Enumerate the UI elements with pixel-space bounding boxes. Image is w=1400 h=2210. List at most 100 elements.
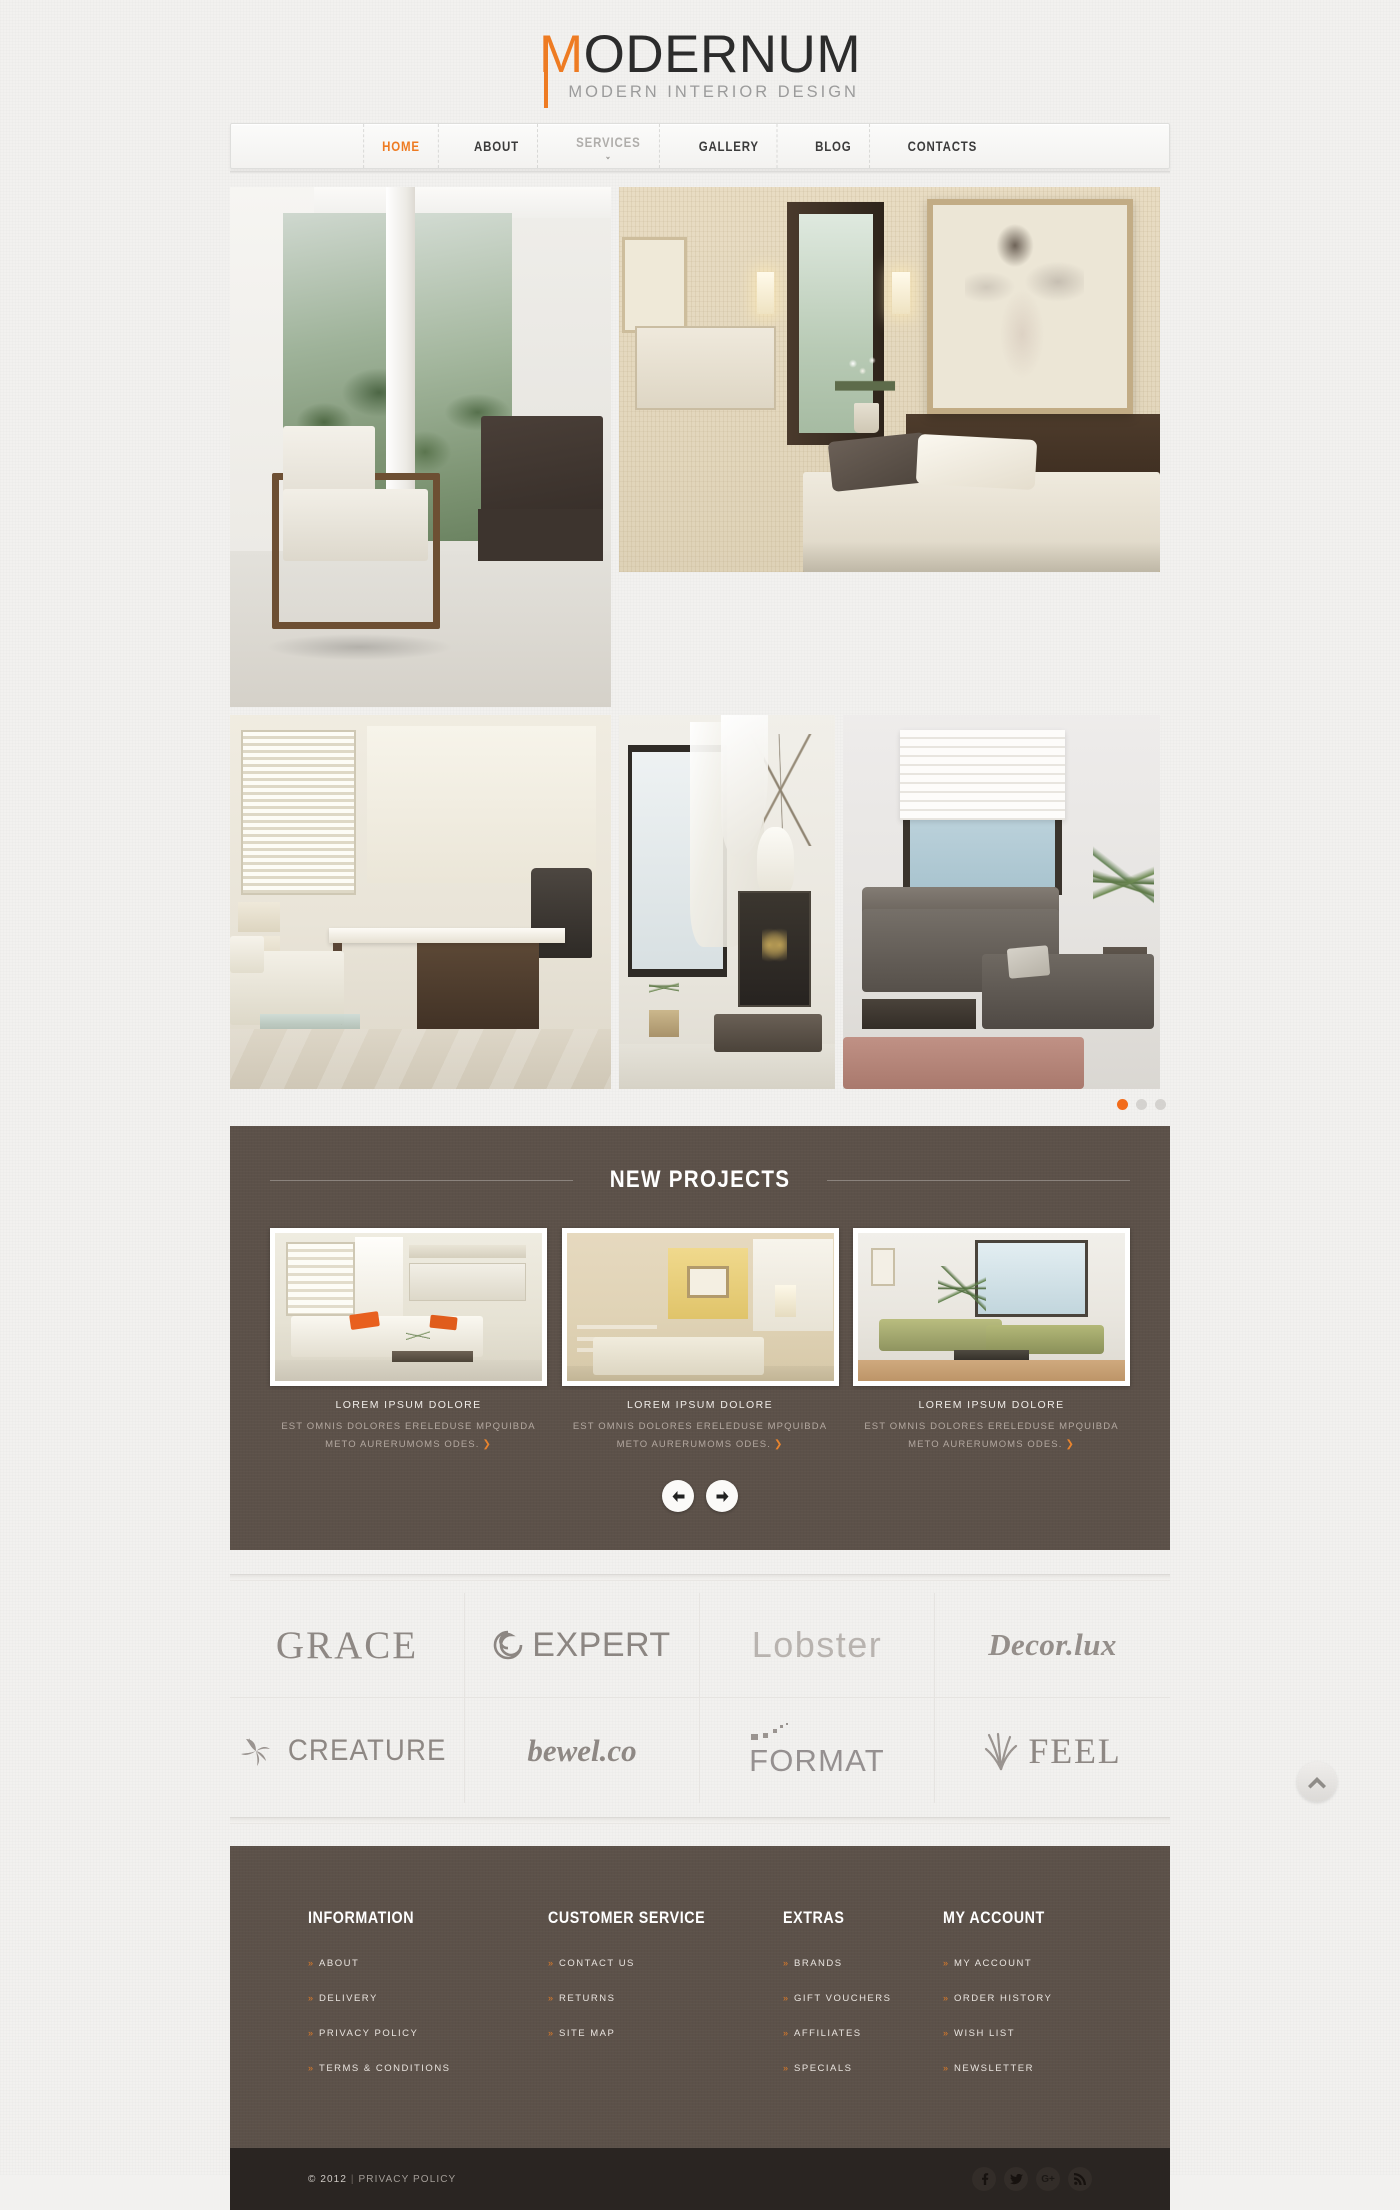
logo-tagline: MODERN INTERIOR DESIGN (568, 83, 859, 101)
gallery-dot-2[interactable] (1136, 1099, 1147, 1110)
gallery-pagination (230, 1099, 1170, 1110)
footer-link-about[interactable]: » ABOUT (308, 1958, 548, 1969)
project-thumbnail[interactable] (853, 1228, 1130, 1386)
footer-column-title: CUSTOMER SERVICE (548, 1908, 706, 1928)
footer-link-wish-list[interactable]: » WISH LIST (943, 2028, 1092, 2039)
google-plus-icon[interactable]: G+ (1036, 2167, 1060, 2192)
project-thumbnail[interactable] (270, 1228, 547, 1386)
chevron-right-icon: » (548, 1958, 553, 1969)
back-to-top-button[interactable] (1297, 1762, 1337, 1802)
twitter-icon[interactable] (1004, 2167, 1028, 2192)
partner-name: bewel.co (527, 1732, 637, 1768)
partner-logo-decorlux[interactable]: Decor.lux (935, 1593, 1170, 1699)
chevron-right-icon: » (783, 2028, 788, 2039)
projects-carousel-controls (270, 1480, 1130, 1513)
nav-item-gallery[interactable]: GALLERY (681, 124, 779, 168)
partner-name: GRACE (275, 1623, 419, 1667)
project-desc-line2: METO AURERUMOMS ODES. (616, 1438, 771, 1450)
chevron-right-icon: » (308, 2063, 313, 2074)
gallery-dot-3[interactable] (1155, 1099, 1166, 1110)
nav-item-services[interactable]: SERVICES ⌄ (558, 124, 660, 168)
partners-divider-top (230, 1574, 1170, 1582)
heading-rule-left (270, 1179, 573, 1181)
nav-item-about[interactable]: ABOUT (456, 124, 538, 168)
chevron-right-icon: » (943, 1993, 948, 2004)
partner-name: Lobster (751, 1624, 883, 1666)
footer-link-returns[interactable]: » RETURNS (548, 1993, 783, 2004)
footer-column-extras: EXTRAS » BRANDS » GIFT VOUCHERS » AFFILI… (783, 1908, 943, 2098)
partner-logo-feel[interactable]: FEEL (935, 1698, 1170, 1803)
carousel-prev-button[interactable] (662, 1480, 694, 1513)
partner-logo-creature[interactable]: CREATURE (230, 1698, 465, 1804)
project-card[interactable]: LOREM IPSUM DOLORE EST OMNIS DOLORES ERE… (853, 1228, 1130, 1454)
carousel-next-button[interactable] (706, 1480, 738, 1513)
footer-link-brands[interactable]: » BRANDS (783, 1958, 943, 1969)
footer-link-my-account[interactable]: » MY ACCOUNT (943, 1958, 1092, 1969)
footer-link-privacy-policy[interactable]: » PRIVACY POLICY (308, 2028, 548, 2039)
footer-link-affiliates[interactable]: » AFFILIATES (783, 2028, 943, 2039)
main-navigation: HOME ABOUT SERVICES ⌄ GALLERY BLOG CONTA… (230, 123, 1170, 169)
site-header: MODERNUM MODERN INTERIOR DESIGN (0, 0, 1400, 108)
footer-link-contact-us[interactable]: » CONTACT US (548, 1958, 783, 1969)
footer-column-title: MY ACCOUNT (943, 1908, 1045, 1928)
footer-link-label: WISH LIST (954, 2028, 1016, 2040)
project-card[interactable]: LOREM IPSUM DOLORE EST OMNIS DOLORES ERE… (270, 1228, 547, 1454)
logo-wordmark: MODERNUM (539, 28, 861, 81)
logo-accent-bar (544, 40, 548, 108)
footer-column-information: INFORMATION » ABOUT » DELIVERY » PRIVACY… (308, 1908, 548, 2098)
footer-link-order-history[interactable]: » ORDER HISTORY (943, 1993, 1092, 2004)
site-logo[interactable]: MODERNUM MODERN INTERIOR DESIGN (539, 28, 861, 108)
gallery-image-office[interactable] (230, 715, 611, 1089)
read-more-arrow-icon[interactable]: ❯ (1065, 1439, 1074, 1450)
gallery-image-bedroom[interactable] (619, 187, 1160, 572)
project-card[interactable]: LOREM IPSUM DOLORE EST OMNIS DOLORES ERE… (561, 1228, 839, 1454)
chevron-right-icon: » (943, 1958, 948, 1969)
gallery-image-window-drapes[interactable] (619, 715, 835, 1089)
partner-name: FORMAT (749, 1742, 885, 1778)
nav-label: CONTACTS (907, 138, 978, 154)
project-thumbnail[interactable] (561, 1228, 839, 1386)
gallery-dot-1[interactable] (1117, 1099, 1128, 1110)
footer-column-title: INFORMATION (308, 1908, 415, 1928)
footer-link-label: TERMS & CONDITIONS (319, 2063, 451, 2075)
read-more-arrow-icon[interactable]: ❯ (774, 1439, 783, 1450)
footer-link-newsletter[interactable]: » NEWSLETTER (943, 2063, 1092, 2074)
chevron-right-icon: » (783, 1958, 788, 1969)
nav-item-contacts[interactable]: CONTACTS (890, 124, 996, 168)
project-title: LOREM IPSUM DOLORE (627, 1399, 773, 1411)
facebook-icon[interactable] (972, 2167, 996, 2192)
copyright-privacy-link[interactable]: PRIVACY POLICY (358, 2174, 456, 2185)
footer-link-specials[interactable]: » SPECIALS (783, 2063, 943, 2074)
project-desc-line2: METO AURERUMOMS ODES. (908, 1438, 1063, 1450)
new-projects-list: LOREM IPSUM DOLORE EST OMNIS DOLORES ERE… (270, 1228, 1130, 1454)
chevron-down-icon: ⌄ (604, 150, 612, 161)
chevron-right-icon: » (308, 1958, 313, 1969)
project-desc-line2: METO AURERUMOMS ODES. (325, 1438, 480, 1450)
gallery-image-living-room[interactable] (230, 187, 611, 707)
copyright-year: © 2012 (308, 2173, 347, 2185)
partner-logo-grace[interactable]: GRACE (230, 1593, 465, 1699)
read-more-arrow-icon[interactable]: ❯ (482, 1439, 491, 1450)
footer-link-gift-vouchers[interactable]: » GIFT VOUCHERS (783, 1993, 943, 2004)
gallery-image-lounge[interactable] (843, 715, 1160, 1089)
partner-logo-lobster[interactable]: Lobster (700, 1593, 935, 1699)
new-projects-section: NEW PROJECTS LOREM IPSUM DOLORE EST OMNI… (230, 1126, 1170, 1550)
project-desc-line1: EST OMNIS DOLORES ERELEDUSE MPQUIBDA (572, 1421, 828, 1432)
partner-logo-format[interactable]: FORMAT (700, 1698, 935, 1804)
nav-bottom-divider (230, 171, 1170, 174)
chevron-right-icon: » (783, 2063, 788, 2074)
rss-icon[interactable] (1068, 2167, 1092, 2192)
footer-link-terms-conditions[interactable]: » TERMS & CONDITIONS (308, 2063, 548, 2074)
partner-logo-expert[interactable]: EXPERT (465, 1593, 700, 1699)
partner-logo-bewelco[interactable]: bewel.co (465, 1698, 700, 1804)
page-root: MODERNUM MODERN INTERIOR DESIGN HOME ABO… (0, 0, 1400, 2210)
footer-link-label: MY ACCOUNT (954, 1958, 1033, 1970)
chevron-right-icon: » (943, 2063, 948, 2074)
partner-name: CREATURE (288, 1733, 447, 1767)
project-description: EST OMNIS DOLORES ERELEDUSE MPQUIBDA MET… (270, 1418, 547, 1454)
footer-link-delivery[interactable]: » DELIVERY (308, 1993, 548, 2004)
gallery-grid (230, 187, 1170, 1089)
nav-item-blog[interactable]: BLOG (797, 124, 871, 168)
nav-item-home[interactable]: HOME (363, 124, 439, 168)
footer-link-site-map[interactable]: » SITE MAP (548, 2028, 783, 2039)
